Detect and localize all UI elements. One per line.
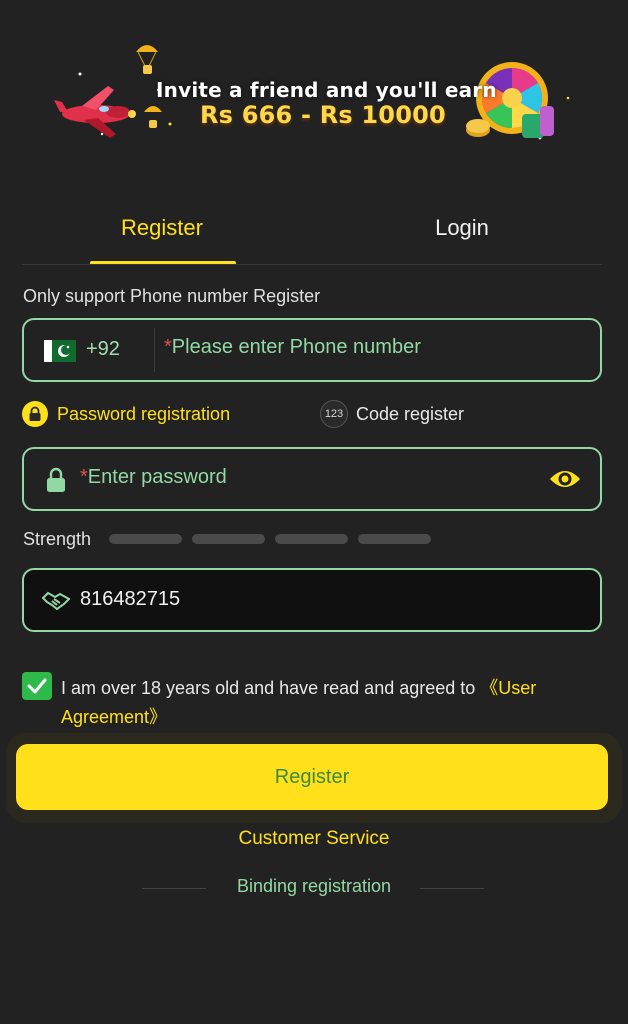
country-code-selector[interactable]: +92: [86, 338, 120, 361]
strength-segment: [275, 534, 348, 544]
eye-icon[interactable]: [548, 467, 582, 491]
auth-tabs: Register Login: [22, 200, 602, 266]
numeric-code-icon: 123: [320, 400, 348, 428]
password-lock-icon: [47, 467, 65, 492]
agreement-statement: I am over 18 years old and have read and…: [61, 678, 481, 698]
handshake-icon: [42, 591, 70, 611]
invite-code-input[interactable]: 816482715: [80, 588, 180, 611]
password-field[interactable]: *Enter password: [22, 447, 602, 511]
agreement-checkbox[interactable]: [22, 672, 52, 700]
tabs-divider: [22, 264, 602, 265]
phone-input[interactable]: *Please enter Phone number: [164, 336, 421, 359]
airplane-icon: [54, 86, 136, 138]
strength-label: Strength: [23, 529, 92, 549]
lock-icon: [22, 401, 48, 427]
password-registration-label: Password registration: [57, 403, 231, 424]
registration-mode-row: Password registration 123 Code register: [22, 398, 602, 430]
register-hint: Only support Phone number Register: [23, 286, 321, 306]
strength-segment: [358, 534, 431, 544]
binding-registration-link[interactable]: Binding registration: [0, 876, 628, 897]
pakistan-flag-icon: [44, 340, 76, 362]
checkmark-icon: [27, 678, 47, 694]
code-register-option[interactable]: 123 Code register: [320, 398, 464, 430]
binding-registration-row: Binding registration: [0, 876, 628, 902]
customer-service-link[interactable]: Customer Service: [0, 828, 628, 850]
strength-segment: [192, 534, 265, 544]
register-button[interactable]: Register: [16, 744, 608, 810]
parachute-icon: [144, 106, 162, 128]
required-mark: *: [80, 466, 88, 488]
agreement-text: I am over 18 years old and have read and…: [61, 674, 601, 732]
password-registration-option[interactable]: Password registration: [22, 398, 230, 430]
password-placeholder: Enter password: [87, 466, 227, 488]
agreement-row: I am over 18 years old and have read and…: [22, 670, 602, 730]
banner-headline: Invite a friend and you'll earn: [156, 78, 497, 102]
phone-field[interactable]: +92 *Please enter Phone number: [22, 318, 602, 382]
required-mark: *: [164, 336, 172, 358]
coin-stack-icon: [466, 106, 554, 138]
password-input[interactable]: *Enter password: [80, 466, 227, 489]
tab-register[interactable]: Register: [82, 200, 242, 260]
parachute-icon: [136, 45, 158, 74]
code-divider: [154, 328, 155, 372]
phone-placeholder: Please enter Phone number: [171, 336, 421, 358]
code-register-label: Code register: [356, 403, 465, 424]
invite-code-field[interactable]: 816482715: [22, 568, 602, 632]
password-strength: Strength: [23, 528, 443, 552]
strength-segment: [109, 534, 182, 544]
banner-reward-range: Rs 666 - Rs 10000: [200, 101, 446, 129]
tab-login[interactable]: Login: [382, 200, 542, 260]
